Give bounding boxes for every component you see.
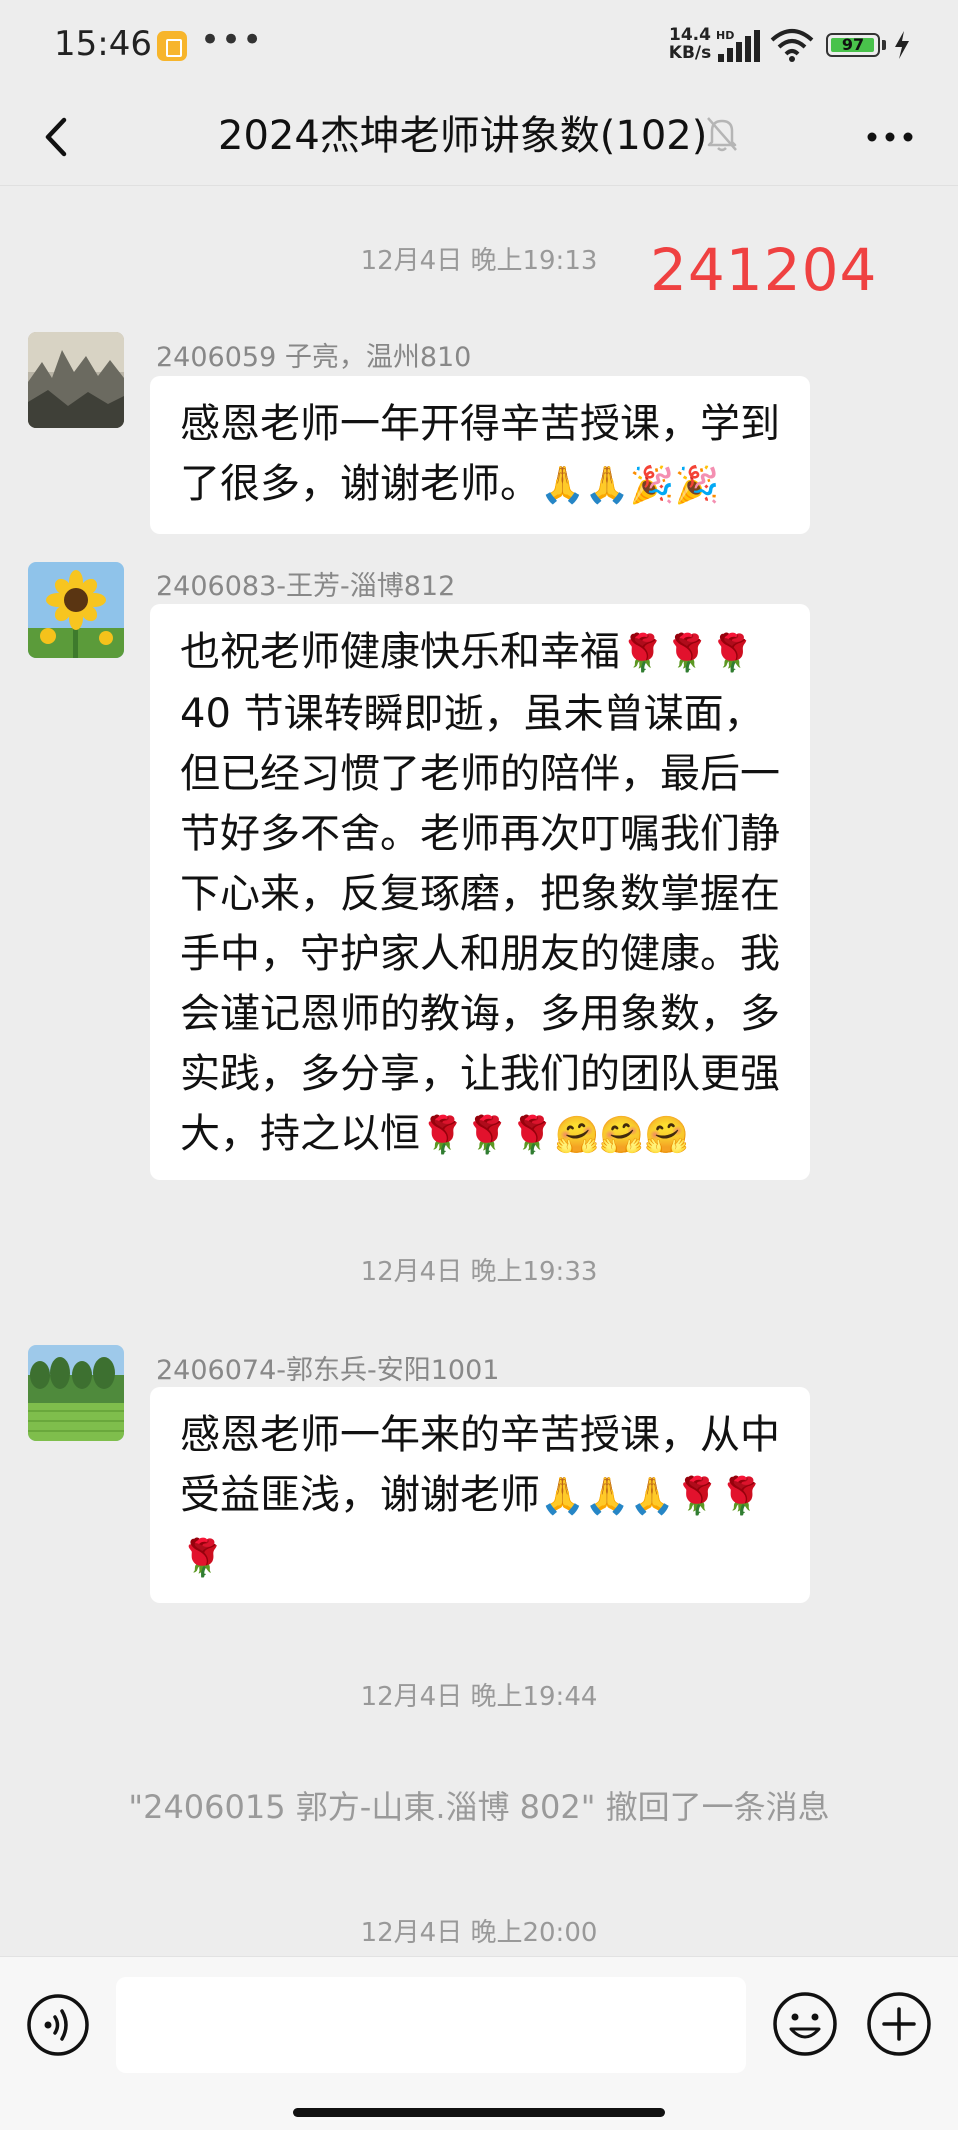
message-timestamp: 12月4日 晚上19:44: [360, 1682, 598, 1712]
message-emojis: 🙏🙏🎉🎉: [540, 465, 720, 506]
charging-bolt-icon: [895, 31, 909, 59]
voice-icon[interactable]: [26, 1993, 90, 2057]
plus-circle-icon[interactable]: [866, 1991, 932, 2057]
battery-percent: 97: [841, 35, 865, 54]
sender-name: 2406074-郭东兵-安阳1001: [156, 1355, 500, 1386]
battery-indicator: 97: [826, 33, 880, 57]
app-notification-icon: [157, 31, 187, 61]
recall-notice: "2406015 郭方-山東.淄博 802" 撤回了一条消息: [128, 1788, 830, 1826]
message-emojis: 🌹🌹🌹🤗🤗🤗: [420, 1115, 689, 1156]
message-text: 也祝老师健康快乐和幸福: [180, 629, 620, 675]
message-emojis-inline: 🌹🌹🌹: [620, 633, 755, 674]
bell-muted-icon: [707, 117, 737, 152]
message-timestamp: 12月4日 晚上20:00: [360, 1918, 598, 1948]
sender-name: 2406059 子亮，温州810: [156, 342, 472, 373]
avatar[interactable]: [28, 562, 124, 658]
message-input[interactable]: [116, 1977, 746, 2073]
sender-name: 2406083-王芳-淄博812: [156, 571, 456, 602]
status-time: 15:46: [54, 24, 152, 64]
wifi-icon: [770, 29, 814, 62]
home-indicator[interactable]: [293, 2108, 665, 2117]
battery-tip: [882, 40, 886, 50]
date-stamp-overlay: 241204: [650, 236, 878, 304]
message-timestamp: 12月4日 晚上19:33: [360, 1257, 598, 1287]
chat-header: 2024杰坤老师讲象数(102): [0, 90, 958, 186]
status-bar: 15:46 ••• 14.4 KB/s HD 97: [0, 0, 958, 90]
message-text-continued: 40 节课转瞬即逝，虽未曾谋面，但已经习惯了老师的陪伴，最后一节好多不舍。老师再…: [180, 691, 780, 1157]
message-bubble[interactable]: 也祝老师健康快乐和幸福🌹🌹🌹 40 节课转瞬即逝，虽未曾谋面，但已经习惯了老师的…: [150, 604, 810, 1180]
more-notifications-icon: •••: [200, 20, 264, 60]
network-speed-value: 14.4: [669, 25, 711, 45]
signal-icon: HD: [716, 30, 760, 62]
avatar[interactable]: [28, 1345, 124, 1441]
message-bubble[interactable]: 感恩老师一年来的辛苦授课，从中受益匪浅，谢谢老师🙏🙏🙏🌹🌹🌹: [150, 1387, 810, 1603]
input-bar: [0, 1956, 958, 2130]
signal-hd-label: HD: [716, 30, 734, 42]
more-dots-icon[interactable]: [860, 112, 920, 162]
chat-title[interactable]: 2024杰坤老师讲象数(102): [218, 104, 707, 168]
avatar[interactable]: [28, 332, 124, 428]
chevron-left-icon[interactable]: [34, 112, 84, 162]
network-speed-unit: KB/s: [668, 43, 712, 63]
network-speed: 14.4 KB/s: [666, 26, 714, 62]
smiley-icon[interactable]: [772, 1991, 838, 2057]
message-bubble[interactable]: 感恩老师一年开得辛苦授课，学到了很多，谢谢老师。🙏🙏🎉🎉: [150, 376, 810, 534]
